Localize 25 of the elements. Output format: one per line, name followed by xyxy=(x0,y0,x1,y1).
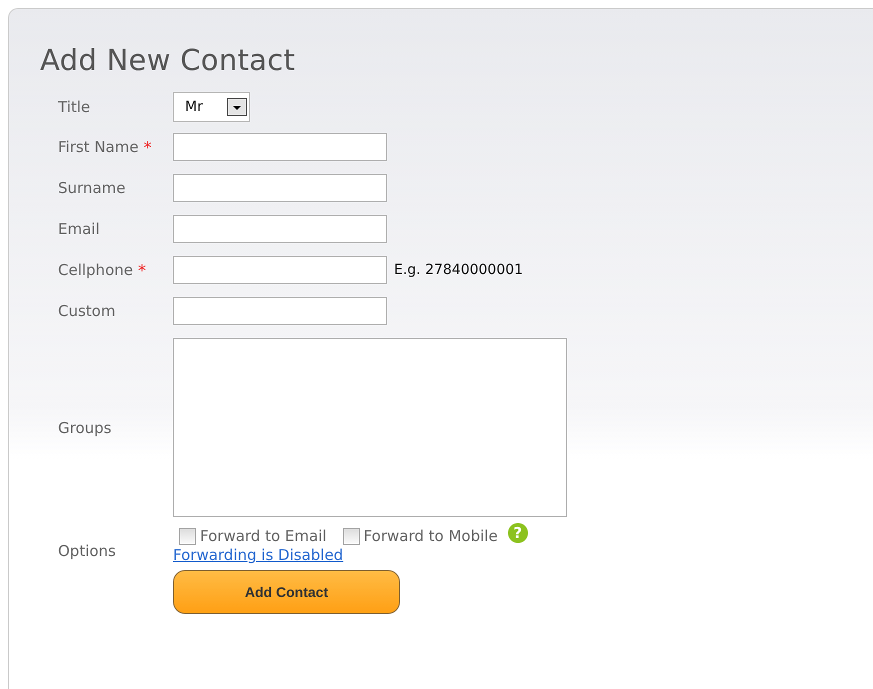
field-label: Email xyxy=(58,220,100,238)
field-label: Groups xyxy=(58,418,112,436)
field-label: Custom xyxy=(58,302,116,320)
field-label: Title xyxy=(58,98,90,116)
field-label: Cellphone xyxy=(58,261,133,279)
text-field[interactable] xyxy=(173,256,387,284)
field-label: Options xyxy=(58,542,116,560)
text-field[interactable] xyxy=(173,215,387,243)
text-field[interactable] xyxy=(173,174,387,202)
field-label: Surname xyxy=(58,179,126,197)
required-mark: * xyxy=(144,138,152,156)
checkbox[interactable] xyxy=(342,528,360,545)
field-label: First Name xyxy=(58,138,139,156)
caret-icon xyxy=(227,98,247,116)
checkbox-label: Forward to Mobile xyxy=(364,526,498,544)
text-field[interactable] xyxy=(173,297,387,325)
checkbox-label: Forward to Email xyxy=(200,526,327,544)
text-field[interactable] xyxy=(173,133,387,161)
hint-text: E.g. 27840000001 xyxy=(394,262,524,278)
checkbox[interactable] xyxy=(179,528,196,545)
title-dropdown[interactable]: Mr xyxy=(173,92,250,122)
required-mark: * xyxy=(138,260,146,280)
forwarding-link[interactable]: Forwarding is Disabled xyxy=(173,545,344,565)
page-heading: Add New Contact xyxy=(40,42,296,79)
add-contact-button[interactable]: Add Contact xyxy=(173,570,400,614)
